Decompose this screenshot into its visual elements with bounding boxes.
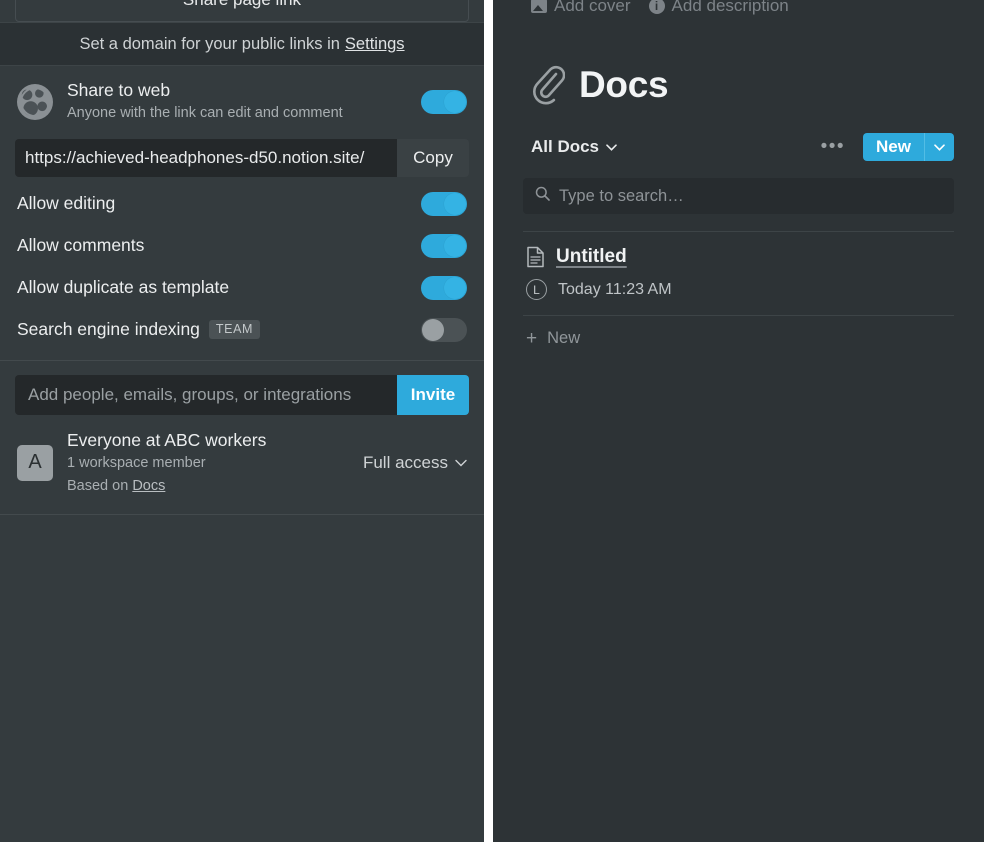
image-icon	[531, 0, 547, 13]
document-icon	[526, 246, 545, 268]
option-text: Allow editing	[17, 193, 116, 213]
search-icon	[535, 186, 550, 206]
view-selector[interactable]: All Docs	[531, 137, 617, 157]
share-page-link-label: Share page link	[183, 0, 301, 10]
search-placeholder: Type to search…	[559, 186, 684, 205]
share-to-web-row: Share to web Anyone with the link can ed…	[0, 66, 484, 135]
more-options-button[interactable]: •••	[811, 136, 855, 158]
doc-title-row: Untitled	[526, 246, 954, 268]
add-cover-button[interactable]: Add cover	[531, 0, 631, 16]
option-label: Allow duplicate as template	[17, 277, 421, 298]
option-row-search-engine-indexing: Search engine indexing TEAM	[0, 309, 484, 351]
public-url-input[interactable]	[15, 138, 397, 177]
domain-banner-text: Set a domain for your public links in	[79, 34, 340, 53]
people-list-item[interactable]: A Everyone at ABC workers 1 workspace me…	[0, 415, 484, 511]
people-item-member-count: 1 workspace member	[67, 455, 206, 472]
add-description-label: Add description	[671, 0, 789, 15]
add-cover-label: Add cover	[554, 0, 631, 15]
new-button-dropdown[interactable]	[924, 133, 954, 161]
avatar: A	[17, 444, 53, 481]
copy-url-button[interactable]: Copy	[397, 138, 469, 177]
view-selector-label: All Docs	[531, 137, 600, 156]
new-button[interactable]: New	[863, 133, 924, 161]
share-to-web-toggle[interactable]	[421, 89, 467, 114]
page-title: Docs	[579, 64, 669, 105]
option-row-allow-comments: Allow comments	[0, 225, 484, 267]
option-label: Allow comments	[17, 235, 421, 256]
search-engine-indexing-toggle[interactable]	[421, 317, 467, 342]
docs-toolbar: All Docs ••• New	[531, 132, 954, 162]
option-row-allow-editing: Allow editing	[0, 183, 484, 225]
allow-comments-toggle[interactable]	[421, 233, 467, 258]
add-new-doc-label: New	[547, 329, 581, 347]
based-on-prefix: Based on	[67, 478, 129, 495]
panel-bottom-divider	[0, 514, 484, 516]
plus-icon: +	[526, 328, 538, 349]
invite-button[interactable]: Invite	[397, 374, 469, 415]
people-item-text: Everyone at ABC workers 1 workspace memb…	[67, 429, 349, 498]
docs-title-row: Docs	[531, 64, 954, 106]
option-label: Search engine indexing TEAM	[17, 319, 421, 340]
share-to-web-title: Share to web	[67, 80, 171, 100]
domain-banner: Set a domain for your public links in Se…	[0, 22, 484, 66]
team-badge: TEAM	[208, 320, 261, 339]
paperclip-icon[interactable]	[531, 65, 566, 105]
globe-icon	[17, 83, 53, 120]
docs-panel: Add cover i Add description Docs All Doc…	[493, 0, 984, 842]
panel-divider-gap	[484, 0, 493, 842]
option-label: Allow editing	[17, 193, 421, 214]
doc-timestamp: Today 11:23 AM	[558, 280, 672, 298]
section-divider	[0, 359, 484, 361]
screen-root: Share page link Set a domain for your pu…	[0, 0, 984, 842]
allow-duplicate-as-template-toggle[interactable]	[421, 275, 467, 300]
share-to-web-subtitle: Anyone with the link can edit and commen…	[67, 104, 343, 121]
list-item[interactable]: Untitled L Today 11:23 AM	[523, 232, 954, 311]
chevron-down-icon	[606, 143, 617, 151]
doc-meta-row: L Today 11:23 AM	[526, 279, 954, 300]
add-description-button[interactable]: i Add description	[648, 0, 789, 16]
info-icon: i	[648, 0, 665, 14]
invite-input[interactable]	[15, 374, 397, 415]
public-url-row: Copy	[15, 138, 469, 177]
option-text: Search engine indexing	[17, 319, 200, 339]
chevron-down-icon	[455, 459, 467, 467]
people-item-name: Everyone at ABC workers	[67, 429, 267, 450]
allow-editing-toggle[interactable]	[421, 191, 467, 216]
option-text: Allow duplicate as template	[17, 277, 230, 297]
invite-row: Invite	[15, 374, 469, 415]
search-box[interactable]: Type to search…	[523, 178, 954, 214]
new-button-group: New	[863, 133, 954, 161]
avatar: L	[526, 279, 547, 300]
share-page-link-container: Share page link	[0, 0, 484, 22]
share-panel: Share page link Set a domain for your pu…	[0, 0, 484, 842]
share-options-list: Allow editing Allow comments Allow dupli…	[0, 183, 484, 351]
people-item-based-on: Based on Docs	[67, 476, 349, 497]
based-on-link[interactable]: Docs	[132, 478, 165, 494]
access-level-label: Full access	[362, 452, 448, 472]
page-meta-actions: Add cover i Add description	[531, 0, 954, 16]
share-page-link-button[interactable]: Share page link	[15, 0, 469, 22]
access-level-dropdown[interactable]: Full access	[363, 453, 467, 473]
add-new-doc-row[interactable]: + New	[523, 316, 954, 348]
doc-title-link[interactable]: Untitled	[556, 246, 627, 268]
option-text: Allow comments	[17, 235, 145, 255]
share-to-web-text: Share to web Anyone with the link can ed…	[67, 79, 407, 125]
option-row-allow-duplicate-as-template: Allow duplicate as template	[0, 267, 484, 309]
settings-link[interactable]: Settings	[345, 35, 405, 54]
